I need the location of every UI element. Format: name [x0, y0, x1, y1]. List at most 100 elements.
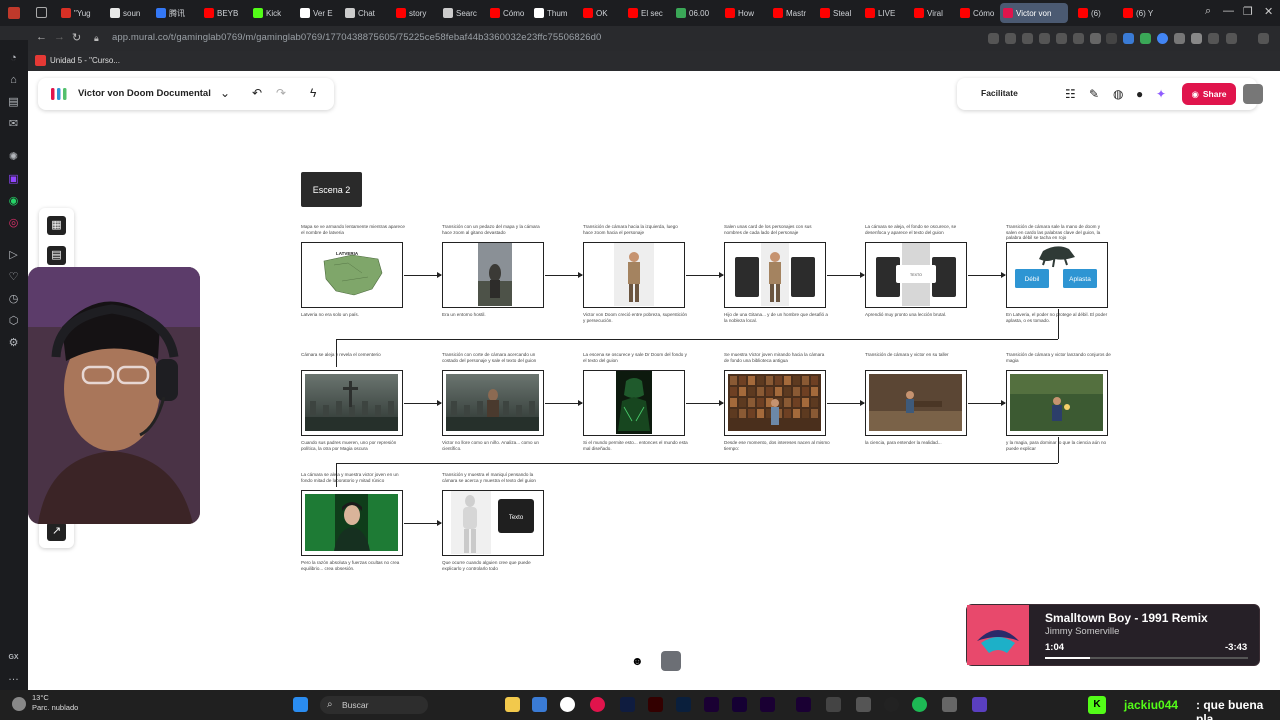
frame-script[interactable]: la ciencia, para entender la realidad... [865, 440, 971, 446]
redo-icon[interactable]: ↷ [276, 86, 286, 100]
browser-tab[interactable]: (6) Y [1120, 3, 1164, 23]
browser-tab[interactable]: BEYB [201, 3, 245, 23]
app-icon[interactable] [856, 697, 871, 712]
chat-icon[interactable]: ◍ [1113, 87, 1123, 101]
frame-description[interactable]: La cámara se aleja y muestra victor jove… [301, 472, 407, 483]
storyboard-frame[interactable]: Débil Aplasta [1006, 242, 1108, 308]
storyboard-frame[interactable] [583, 242, 685, 308]
reload-icon[interactable]: ↻ [72, 31, 81, 44]
news-icon[interactable]: ▤ [7, 96, 20, 109]
extensions-icon[interactable]: ⬡ [7, 315, 20, 328]
puzzle-icon[interactable] [1174, 33, 1185, 44]
frame-description[interactable]: Transición de cámara y victor en su tall… [865, 352, 971, 358]
download-icon[interactable] [1208, 33, 1219, 44]
browser-tab[interactable]: 06.00 [673, 3, 717, 23]
frame-script[interactable]: Aprendió muy pronto una lección brutal. [865, 312, 971, 318]
outline-icon[interactable]: ☷ [1065, 87, 1076, 101]
more-icon[interactable]: … [7, 671, 20, 684]
browser-tab[interactable]: Viral [911, 3, 955, 23]
storyboard-frame[interactable] [724, 370, 826, 436]
scene-label[interactable]: Escena 2 [301, 172, 362, 207]
browser-tab[interactable]: (6) [1075, 3, 1119, 23]
storyboard-frame[interactable]: Texto [442, 490, 544, 556]
frame-description[interactable]: La escena se oscurece y sale Dr Doom del… [583, 352, 689, 363]
avatar[interactable] [1243, 84, 1263, 104]
browser-tab[interactable]: El sec [625, 3, 669, 23]
gx-logo[interactable] [8, 7, 20, 19]
storyboard-frame[interactable] [301, 490, 403, 556]
extension-icon[interactable] [1005, 33, 1016, 44]
user-icon[interactable]: ● [1136, 87, 1143, 101]
storyboard-frame[interactable] [1006, 370, 1108, 436]
storyboard-frame[interactable] [442, 242, 544, 308]
frame-script[interactable]: En Latveria, el poder no protege al débi… [1006, 312, 1112, 323]
progress-bar[interactable] [1045, 657, 1248, 659]
opera-gx-icon[interactable] [590, 697, 605, 712]
browser-tab[interactable]: Thum [531, 3, 575, 23]
frame-script[interactable]: Si el mundo permite esto... entonces el … [583, 440, 689, 451]
templates-icon[interactable]: ▦ [47, 216, 66, 235]
frame-description[interactable]: Transición de cámara y victor lanzando c… [1006, 352, 1112, 363]
browser-tab[interactable]: Cómo [487, 3, 531, 23]
browser-tab[interactable]: How [722, 3, 766, 23]
mural-logo[interactable] [50, 86, 68, 102]
sticky-note-icon[interactable]: ▤ [47, 246, 66, 265]
whatsapp-icon[interactable]: ◉ [7, 195, 20, 208]
media-encoder-icon[interactable] [760, 697, 775, 712]
obs-icon[interactable] [884, 697, 899, 712]
file-explorer-icon[interactable] [505, 697, 520, 712]
facilitate-button[interactable]: Facilitate [981, 88, 1018, 98]
frame-description[interactable]: Mapa se ve armando lentamente mientras a… [301, 224, 407, 235]
frame-description[interactable]: Cámara se aleja y revela el cementerio [301, 352, 407, 358]
illustrator-icon[interactable] [648, 697, 663, 712]
ai-sparkle-icon[interactable]: ✦ [1156, 87, 1166, 101]
settings-icon[interactable]: ⚙ [7, 337, 20, 350]
after-effects-icon[interactable] [704, 697, 719, 712]
translate-icon[interactable] [1039, 33, 1050, 44]
twitch-icon[interactable]: ▣ [7, 173, 20, 186]
bookmark-item[interactable]: Unidad 5 - "Curso... [50, 56, 120, 65]
browser-tab[interactable]: "Yug [58, 3, 102, 23]
extension-icon[interactable] [1123, 33, 1134, 44]
collaborator-avatar[interactable] [661, 651, 681, 671]
minimize-icon[interactable]: — [1223, 5, 1234, 17]
app-icon[interactable] [560, 697, 575, 712]
frame-script[interactable]: Cuando sus padres mueren, uno por repres… [301, 440, 407, 451]
expand-icon[interactable]: ↗ [47, 522, 66, 541]
browser-tab[interactable]: Victor von [1000, 3, 1068, 23]
browser-tab[interactable]: Searc [440, 3, 484, 23]
browser-tab[interactable]: story [393, 3, 437, 23]
mural-title[interactable]: Victor von Doom Documental [78, 88, 211, 99]
browser-tab[interactable]: 腾讯 [153, 3, 197, 23]
extension-icon[interactable] [1056, 33, 1067, 44]
browser-tab[interactable]: OK [580, 3, 624, 23]
maximize-icon[interactable]: ❐ [1243, 5, 1253, 18]
home-icon[interactable]: ⌂ [7, 74, 20, 87]
frame-script[interactable]: Que ocurre cuando alguien cree que puede… [442, 560, 548, 571]
taskbar-search[interactable]: Buscar [320, 696, 428, 714]
history-icon[interactable]: ◔ [7, 52, 20, 65]
browser-tab[interactable]: Kick [250, 3, 294, 23]
premiere-icon[interactable] [796, 697, 811, 712]
clock-icon[interactable]: ◷ [7, 293, 20, 306]
extension-icon[interactable] [1157, 33, 1168, 44]
browser-tab[interactable]: Steal [817, 3, 861, 23]
storyboard-frame[interactable] [583, 370, 685, 436]
gx-control-icon[interactable]: GX [7, 651, 20, 664]
app-icon[interactable] [972, 697, 987, 712]
storyboard-frame[interactable] [724, 242, 826, 308]
undo-icon[interactable]: ↶ [252, 86, 262, 100]
avatar-icon[interactable] [1191, 33, 1202, 44]
chatgpt-icon[interactable]: ✺ [7, 151, 20, 164]
browser-tab[interactable]: soun [107, 3, 151, 23]
reaction-icon[interactable]: ☻ [631, 654, 644, 668]
heart-icon[interactable] [1073, 33, 1084, 44]
frame-script[interactable]: Era un entorno hostil. [442, 312, 548, 318]
comment-icon[interactable]: ✎ [1089, 87, 1099, 101]
workspaces-icon[interactable] [36, 7, 47, 18]
audition-icon[interactable] [732, 697, 747, 712]
frame-script[interactable]: Victor no llore como un niño. Analiza...… [442, 440, 548, 451]
windows-start-icon[interactable] [293, 697, 308, 712]
frame-script[interactable]: Pero la razón absoluta y fuerzas ocultas… [301, 560, 407, 571]
instagram-icon[interactable]: ◎ [7, 217, 20, 230]
